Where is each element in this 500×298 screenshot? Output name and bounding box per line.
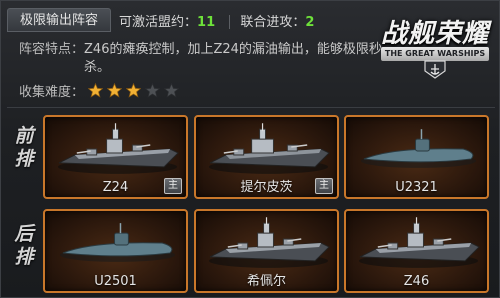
ship-name: U2321 — [395, 180, 438, 195]
cruiser-icon — [208, 217, 330, 268]
activatable-pacts: 可激活盟约：11 联合进攻：2 — [119, 11, 314, 30]
ship-card[interactable]: U2321 — [344, 115, 489, 199]
submarine-icon — [360, 129, 477, 168]
main-ship-badge: 主 — [164, 178, 182, 194]
features-text: Z46的瘫痪控制，加上Z24的漏油输出，能够极限秒杀。 — [84, 42, 382, 75]
lineup-title-tab[interactable]: 极限输出阵容 — [7, 8, 112, 32]
difficulty-stars — [88, 83, 183, 98]
ship-card[interactable]: 提尔皮茨主 — [194, 115, 339, 199]
combo-value: 2 — [305, 14, 315, 30]
back-row-text: 后排 — [14, 223, 34, 268]
star-empty-icon — [164, 83, 180, 98]
battleship-icon — [208, 123, 330, 174]
ship-name: Z46 — [403, 274, 430, 289]
back-row-label: 后排 — [13, 223, 35, 269]
star-empty-icon — [145, 83, 161, 98]
star-filled-icon — [126, 83, 142, 98]
difficulty-row: 收集难度： — [19, 81, 183, 100]
front-row-text: 前排 — [14, 125, 34, 170]
difficulty-label: 收集难度： — [19, 85, 85, 100]
destroyer-icon — [358, 217, 480, 268]
ship-card[interactable]: 希佩尔 — [194, 209, 339, 293]
front-row-label: 前排 — [13, 125, 35, 171]
ship-card[interactable]: Z24 主 — [43, 115, 188, 199]
ship-card[interactable]: Z46 — [344, 209, 489, 293]
features-row: 阵容特点： Z46的瘫痪控制，加上Z24的漏油输出，能够极限秒杀。 — [19, 41, 389, 77]
activatable-value: 11 — [197, 14, 216, 30]
submarine-icon — [59, 223, 176, 262]
section-divider — [7, 107, 495, 108]
header: 极限输出阵容 可激活盟约：11 联合进攻：2 — [7, 7, 314, 33]
destroyer-icon — [57, 123, 179, 174]
ship-name: 希佩尔 — [246, 274, 286, 289]
star-filled-icon — [107, 83, 123, 98]
features-label: 阵容特点： — [19, 42, 85, 57]
main-ship-badge: 主 — [315, 178, 333, 194]
lineup-panel: 极限输出阵容 可激活盟约：11 联合进攻：2 战舰荣耀 THE GREAT WA… — [0, 0, 500, 298]
ship-name: U2501 — [94, 274, 137, 289]
header-divider — [229, 15, 231, 29]
star-filled-icon — [88, 83, 104, 98]
lineup-info: 阵容特点： Z46的瘫痪控制，加上Z24的漏油输出，能够极限秒杀。 — [19, 41, 389, 77]
combo-label: 联合进攻： — [240, 14, 306, 30]
game-logo: 战舰荣耀 THE GREAT WARSHIPS — [379, 9, 491, 79]
ship-card[interactable]: U2501 — [43, 209, 188, 293]
activatable-label: 可激活盟约： — [119, 14, 198, 30]
anchor-emblem-icon — [424, 60, 446, 79]
logo-title: 战舰荣耀 — [380, 19, 489, 49]
